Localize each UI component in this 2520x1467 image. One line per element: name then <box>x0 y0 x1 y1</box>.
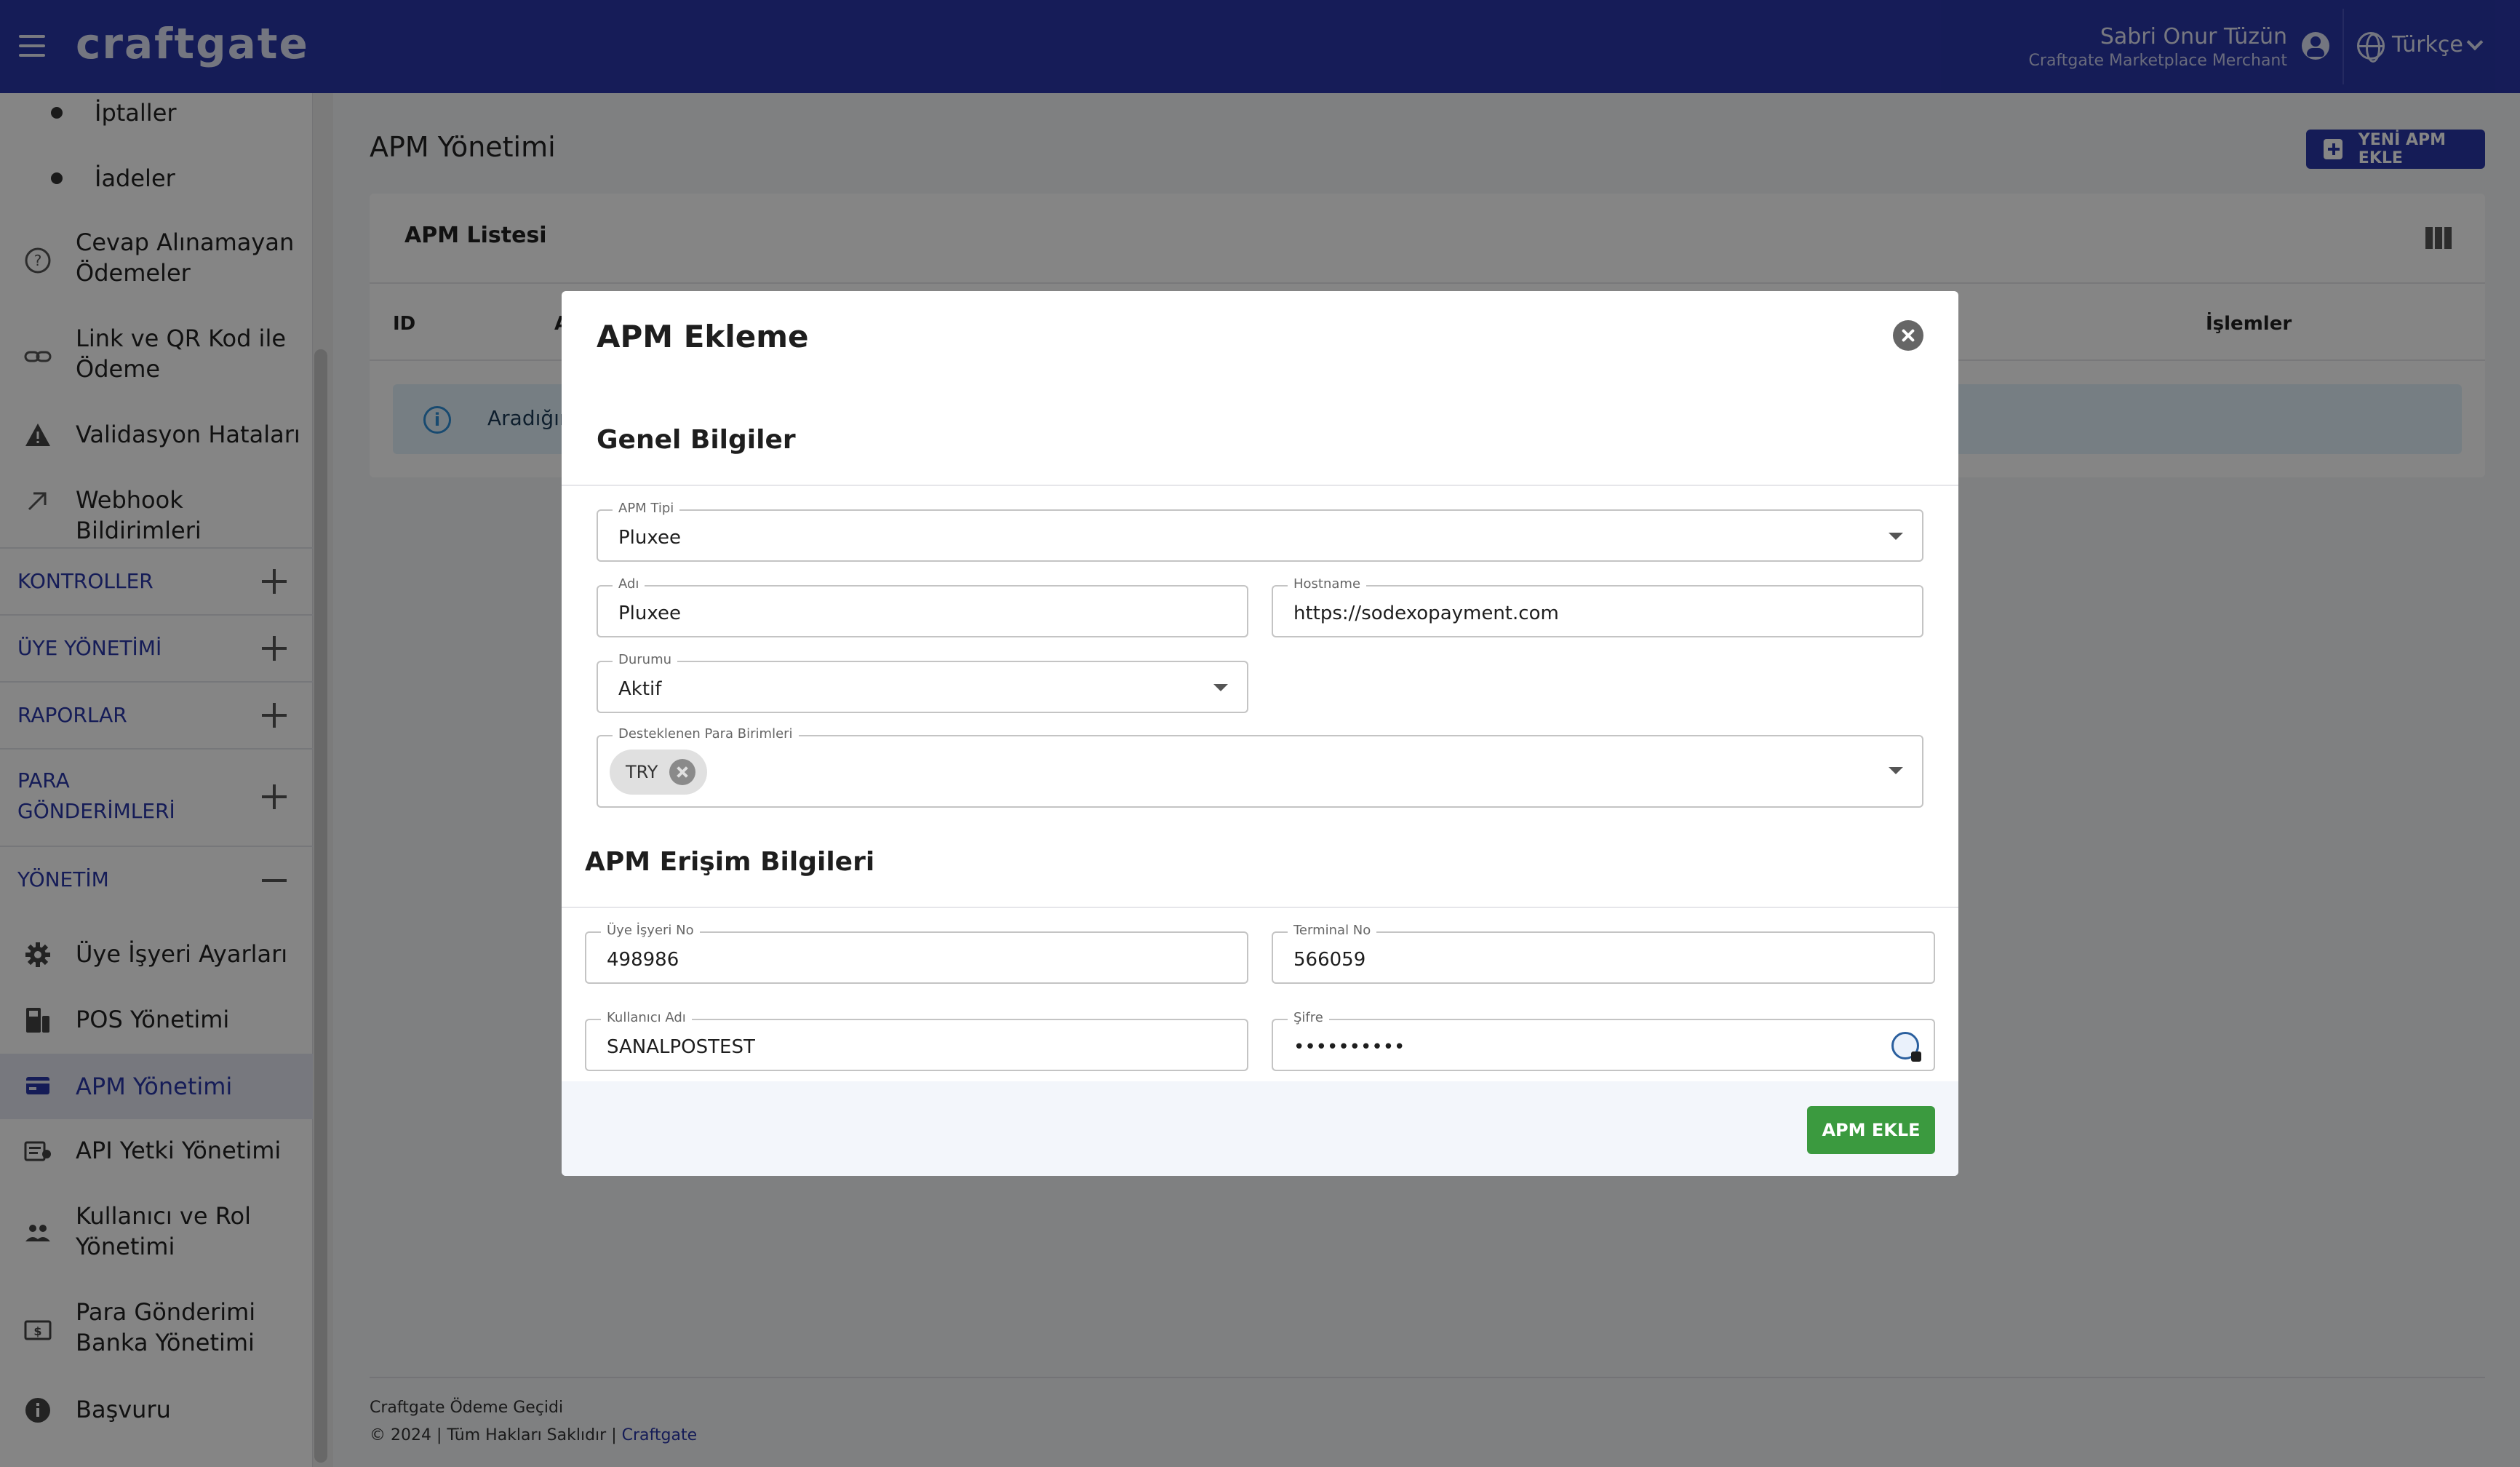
caret-down-icon <box>1889 533 1903 540</box>
hostname-field[interactable]: Hostname https://sodexopayment.com <box>1272 576 1923 637</box>
field-label: Durumu <box>613 652 678 668</box>
field-label: Üye İşyeri No <box>601 923 700 939</box>
apm-add-dialog: APM Ekleme Genel Bilgiler APM Tipi Pluxe… <box>562 291 1958 1176</box>
username-field[interactable]: Kullanıcı Adı SANALPOSTEST <box>585 1010 1248 1071</box>
password-manager-icon[interactable] <box>1891 1032 1921 1062</box>
section-divider <box>562 907 1958 908</box>
field-value: 498986 <box>607 949 679 971</box>
field-value: SANALPOSTEST <box>607 1036 755 1058</box>
section-divider <box>562 485 1958 486</box>
caret-down-icon <box>1889 767 1903 774</box>
field-value: •••••••••• <box>1293 1036 1405 1058</box>
section-general-title: Genel Bilgiler <box>597 425 796 455</box>
apm-type-select[interactable]: APM Tipi Pluxee <box>597 501 1923 562</box>
field-label: Desteklenen Para Birimleri <box>613 726 799 742</box>
chip-label: TRY <box>626 762 658 782</box>
name-field[interactable]: Adı Pluxee <box>597 576 1248 637</box>
dialog-title: APM Ekleme <box>597 319 809 354</box>
field-value: https://sodexopayment.com <box>1293 603 1559 624</box>
field-label: Şifre <box>1288 1010 1329 1026</box>
field-value: 566059 <box>1293 949 1366 971</box>
field-label: Kullanıcı Adı <box>601 1010 692 1026</box>
caret-down-icon <box>1213 684 1228 691</box>
status-select[interactable]: Durumu Aktif <box>597 652 1248 713</box>
close-icon[interactable] <box>1893 320 1923 351</box>
field-value: Aktif <box>618 678 662 700</box>
field-label: APM Tipi <box>613 501 680 517</box>
field-label: Adı <box>613 576 645 592</box>
chip-remove-icon[interactable] <box>669 759 696 785</box>
section-access-title: APM Erişim Bilgileri <box>585 847 875 877</box>
merchant-no-field[interactable]: Üye İşyeri No 498986 <box>585 923 1248 984</box>
password-field[interactable]: Şifre •••••••••• <box>1272 1010 1935 1071</box>
dialog-footer: APM EKLE <box>562 1081 1958 1176</box>
field-label: Hostname <box>1288 576 1367 592</box>
add-apm-button[interactable]: APM EKLE <box>1807 1106 1935 1154</box>
field-value: Pluxee <box>618 527 681 549</box>
currency-chip: TRY <box>610 750 708 795</box>
currencies-select[interactable]: Desteklenen Para Birimleri TRY <box>597 726 1923 808</box>
field-label: Terminal No <box>1288 923 1377 939</box>
field-value: Pluxee <box>618 603 681 624</box>
terminal-no-field[interactable]: Terminal No 566059 <box>1272 923 1935 984</box>
